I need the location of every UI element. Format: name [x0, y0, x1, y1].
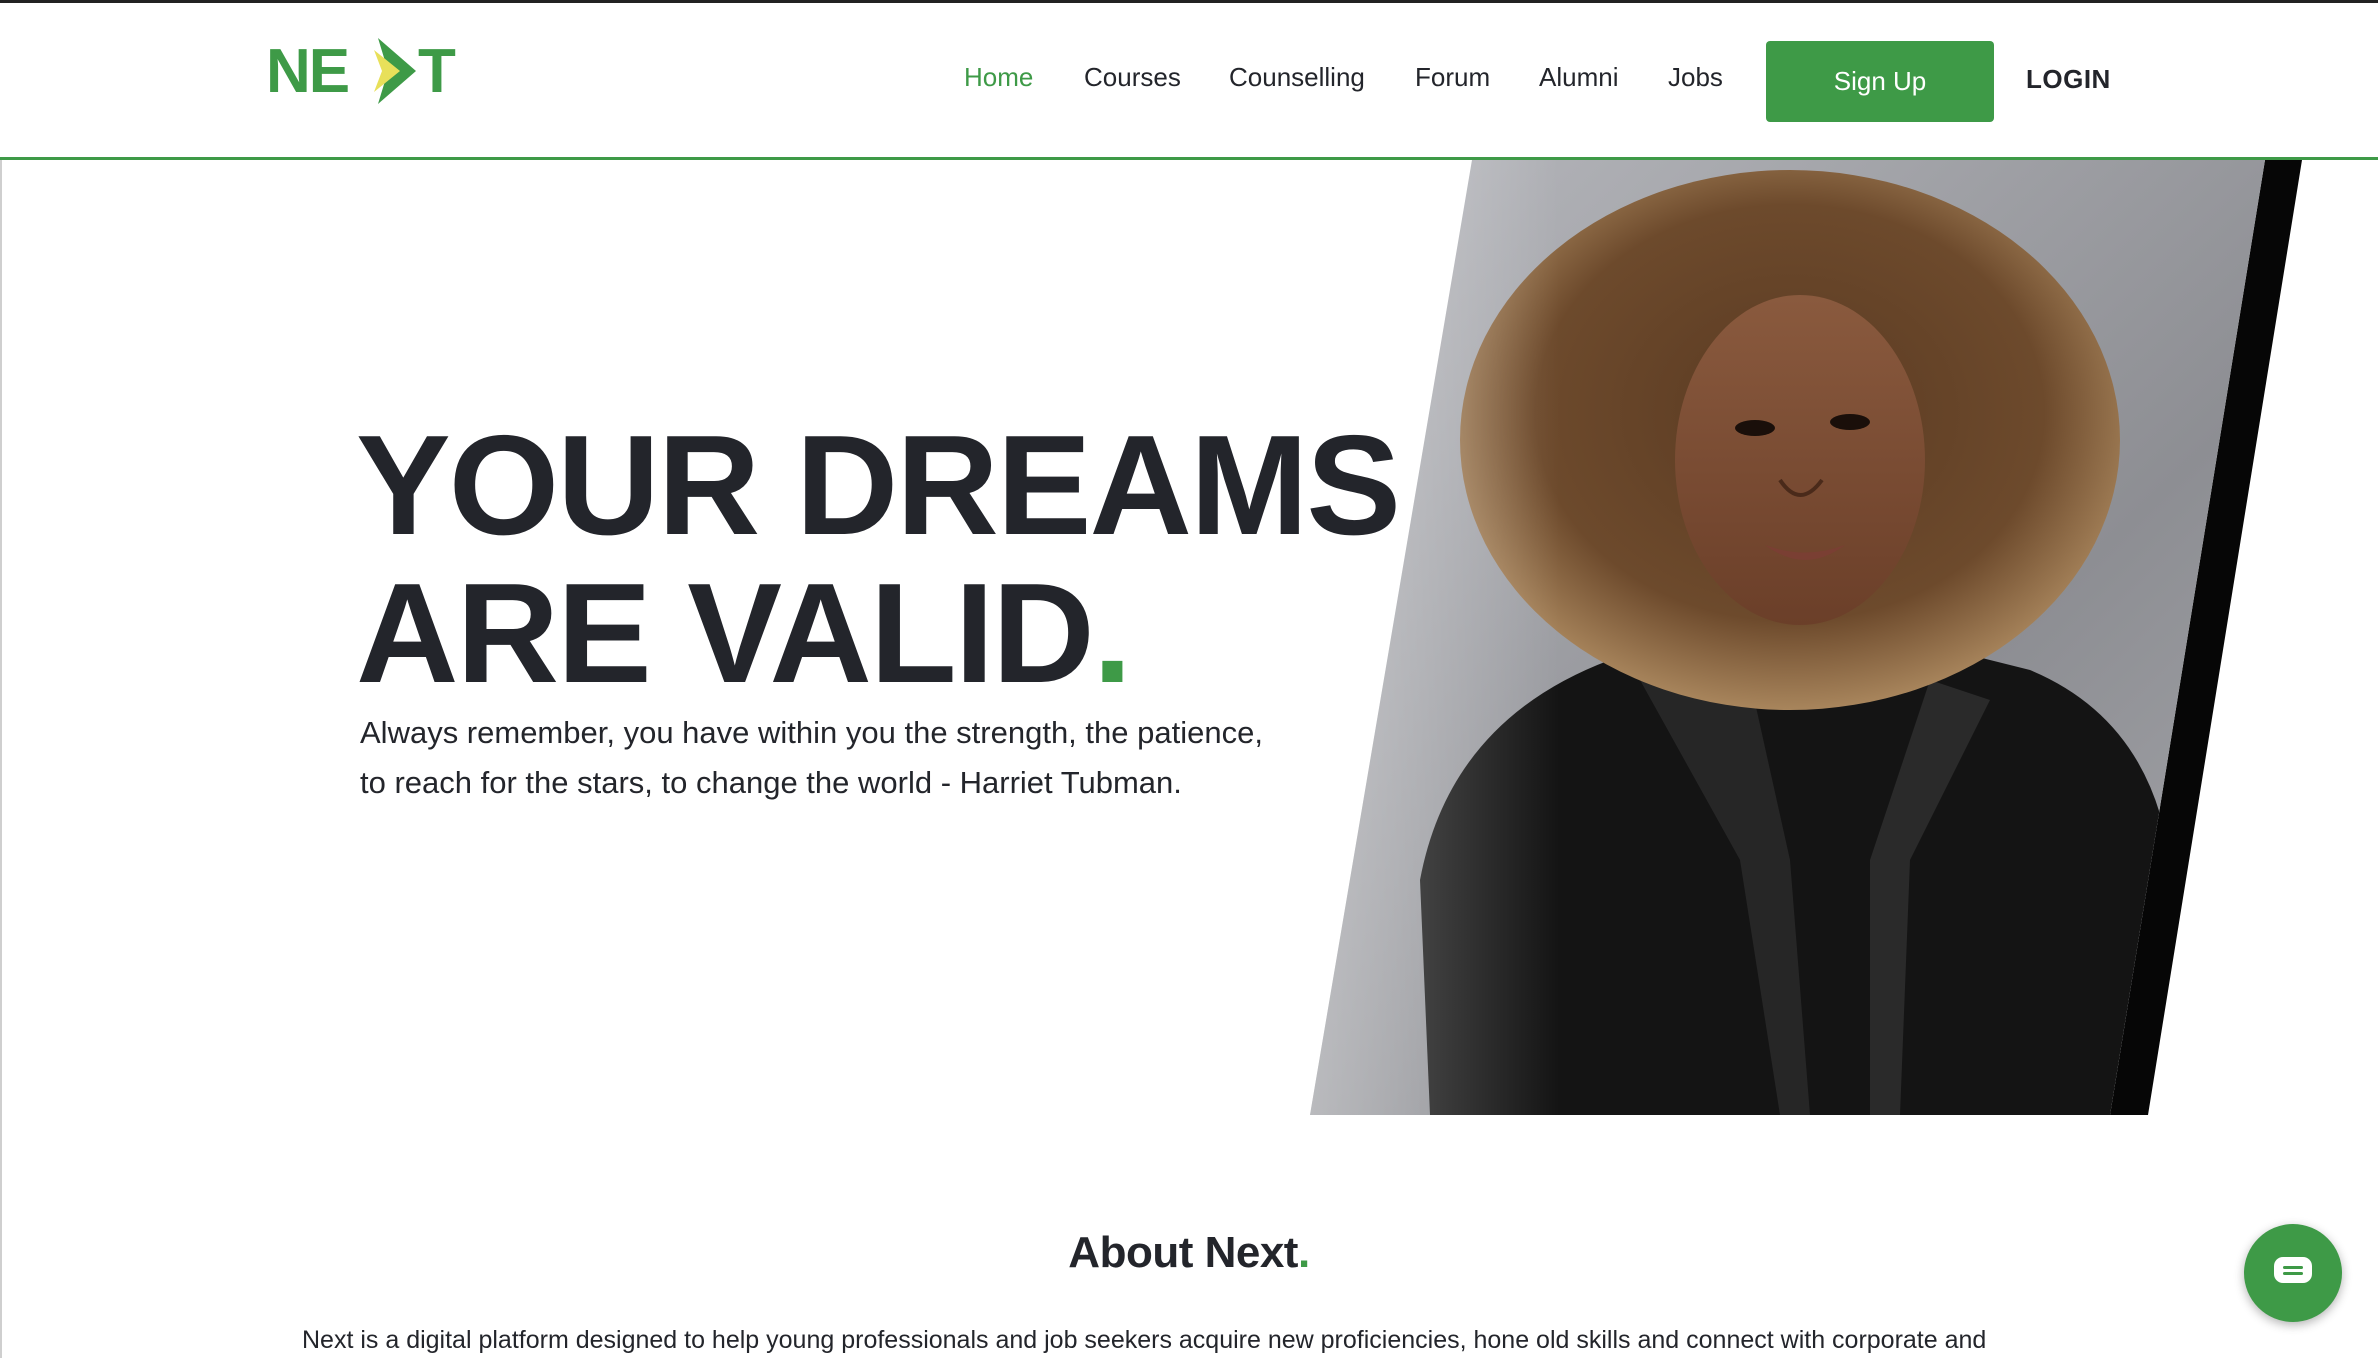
nav-forum[interactable]: Forum: [1415, 62, 1490, 93]
signup-button[interactable]: Sign Up: [1766, 41, 1994, 122]
about-text: Next is a digital platform designed to h…: [302, 1326, 1987, 1354]
hero-quote-line1: Always remember, you have within you the…: [360, 715, 1263, 750]
hero-title-line2-text: ARE VALID: [356, 554, 1095, 713]
about-title-text: About Next: [1068, 1228, 1298, 1277]
hero-portrait-image: [1310, 160, 2302, 1115]
hero-title: YOUR DREAMS ARE VALID.: [356, 406, 1401, 708]
login-link[interactable]: LOGIN: [2026, 64, 2111, 95]
svg-text:T: T: [418, 37, 456, 106]
hero-title-line1: YOUR DREAMS: [356, 406, 1401, 565]
about-title-dot: .: [1297, 1228, 1310, 1277]
next-logo[interactable]: NE T: [266, 32, 486, 110]
nav-jobs[interactable]: Jobs: [1668, 62, 1723, 93]
nav-courses[interactable]: Courses: [1084, 62, 1181, 93]
nav-counselling[interactable]: Counselling: [1229, 62, 1365, 93]
window-top-edge: [0, 0, 2378, 3]
svg-text:NE: NE: [266, 37, 348, 106]
hero-title-line2: ARE VALID.: [356, 560, 1399, 708]
about-title: About Next.: [0, 1228, 2378, 1278]
hero-quote-line2: to reach for the stars, to change the wo…: [360, 765, 1182, 800]
nav-home[interactable]: Home: [964, 62, 1033, 93]
chat-bubble-icon: [2274, 1257, 2312, 1283]
chat-button[interactable]: [2244, 1224, 2342, 1322]
hero-quote: Always remember, you have within you the…: [360, 708, 1360, 808]
window-edge: [0, 0, 2, 1358]
hero-title-dot: .: [1092, 554, 1132, 713]
site-header: NE T Home Courses Counselling Forum Alum…: [0, 0, 2378, 160]
nav-alumni[interactable]: Alumni: [1539, 62, 1618, 93]
